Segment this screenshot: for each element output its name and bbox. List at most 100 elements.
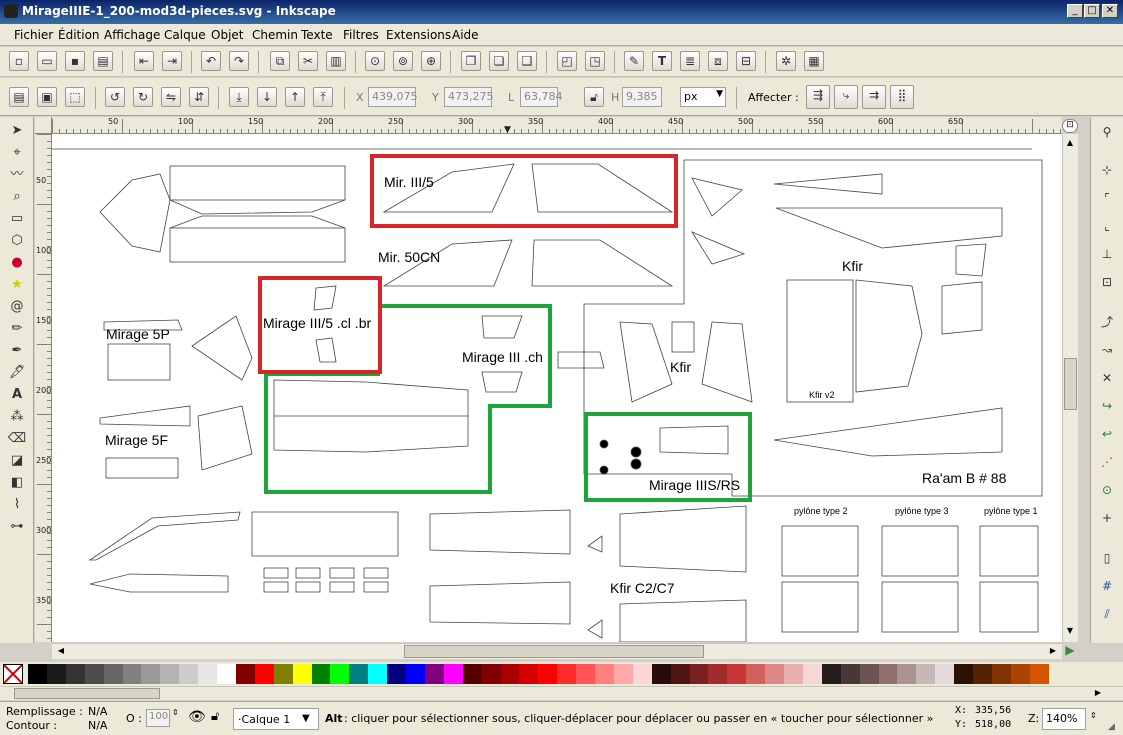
- lock-guides-icon[interactable]: ⊡: [1062, 119, 1078, 133]
- zoom-field[interactable]: 140%: [1042, 708, 1086, 730]
- preferences-icon[interactable]: ✲: [776, 51, 796, 71]
- color-swatch[interactable]: [46, 664, 66, 684]
- color-swatch[interactable]: [916, 664, 936, 684]
- color-swatch[interactable]: [1029, 664, 1049, 684]
- selector-tool-icon[interactable]: ➤: [7, 121, 27, 141]
- zoom-tool-icon[interactable]: ⌕: [7, 187, 27, 207]
- zoom-selection-icon[interactable]: ⊙: [365, 51, 385, 71]
- color-swatch[interactable]: [557, 664, 577, 684]
- color-swatch[interactable]: [802, 664, 822, 684]
- color-swatch[interactable]: [65, 664, 85, 684]
- no-paint-swatch[interactable]: [3, 664, 23, 684]
- snap-bbox-edge-icon[interactable]: ⌜: [1096, 187, 1118, 209]
- gradient-tool-icon[interactable]: ◧: [7, 473, 27, 493]
- color-swatch[interactable]: [462, 664, 482, 684]
- clone-icon[interactable]: ❏: [489, 51, 509, 71]
- connector-tool-icon[interactable]: ⊶: [7, 517, 27, 537]
- raise-top-icon[interactable]: ⤒: [313, 87, 333, 107]
- color-swatch[interactable]: [765, 664, 785, 684]
- color-swatch[interactable]: [330, 664, 350, 684]
- maximize-button[interactable]: □: [1084, 4, 1100, 18]
- color-swatch[interactable]: [935, 664, 955, 684]
- x-field[interactable]: 439,075: [368, 87, 418, 107]
- color-swatch[interactable]: [198, 664, 218, 684]
- color-swatch[interactable]: [349, 664, 369, 684]
- menu-text[interactable]: Texte: [301, 28, 333, 42]
- color-swatch[interactable]: [368, 664, 388, 684]
- pen-tool-icon[interactable]: ✒: [7, 341, 27, 361]
- duplicate-icon[interactable]: ❐: [461, 51, 481, 71]
- document-properties-icon[interactable]: ▦: [804, 51, 824, 71]
- vertical-scrollbar[interactable]: ▲ ▼: [1062, 134, 1078, 642]
- opacity-stepper-icon[interactable]: ⇕: [172, 708, 179, 717]
- group-icon[interactable]: ◰: [557, 51, 577, 71]
- move-gradients-icon[interactable]: ⇉: [862, 85, 886, 109]
- layer-lock-icon[interactable]: 🔓︎: [211, 709, 219, 724]
- menu-filters[interactable]: Filtres: [343, 28, 379, 42]
- raise-icon[interactable]: ↑: [285, 87, 305, 107]
- menu-edit[interactable]: Édition: [58, 28, 100, 42]
- drawing-canvas[interactable]: Mir. III/5 Mir. 50CN Mirage 5P Mirage II…: [52, 134, 1062, 642]
- color-swatch[interactable]: [235, 664, 255, 684]
- color-swatch[interactable]: [708, 664, 728, 684]
- snap-rotation-center-icon[interactable]: +: [1096, 507, 1118, 529]
- color-swatch[interactable]: [538, 664, 558, 684]
- snap-line-midpoints-icon[interactable]: ⋰: [1096, 451, 1118, 473]
- color-swatch[interactable]: [179, 664, 199, 684]
- align-distribute-icon[interactable]: ⊟: [736, 51, 756, 71]
- text-font-icon[interactable]: T: [652, 51, 672, 71]
- color-swatch[interactable]: [727, 664, 747, 684]
- opacity-field[interactable]: 100: [146, 709, 170, 727]
- snap-bbox-midpoint-icon[interactable]: ⊥: [1096, 243, 1118, 265]
- eraser-tool-icon[interactable]: ⌫: [7, 429, 27, 449]
- menu-extensions[interactable]: Extensions: [386, 28, 451, 42]
- flip-horizontal-icon[interactable]: ⇋: [161, 87, 181, 107]
- color-swatch[interactable]: [576, 664, 596, 684]
- lower-icon[interactable]: ↓: [257, 87, 277, 107]
- color-swatch[interactable]: [632, 664, 652, 684]
- scroll-right-arrow-icon[interactable]: ▶: [1046, 644, 1060, 658]
- dropper-tool-icon[interactable]: ⌇: [7, 495, 27, 515]
- color-swatch[interactable]: [1010, 664, 1030, 684]
- y-field[interactable]: 473,275: [444, 87, 494, 107]
- paint-bucket-tool-icon[interactable]: ◪: [7, 451, 27, 471]
- fill-value[interactable]: N/A: [88, 705, 107, 718]
- spiral-tool-icon[interactable]: @: [7, 297, 27, 317]
- palette-scrollbar[interactable]: ▶: [0, 686, 1123, 700]
- select-all-layers-icon[interactable]: ▣: [37, 87, 57, 107]
- color-swatch[interactable]: [217, 664, 236, 684]
- scroll-down-arrow-icon[interactable]: ▼: [1063, 624, 1077, 638]
- flip-vertical-icon[interactable]: ⇵: [189, 87, 209, 107]
- resize-grip-icon[interactable]: ◢: [1108, 722, 1115, 732]
- new-document-icon[interactable]: ▫: [9, 51, 29, 71]
- snap-bbox-corner-icon[interactable]: ⌞: [1096, 215, 1118, 237]
- color-swatch[interactable]: [973, 664, 992, 684]
- color-swatch[interactable]: [424, 664, 444, 684]
- pencil-tool-icon[interactable]: ✏: [7, 319, 27, 339]
- color-swatch[interactable]: [311, 664, 331, 684]
- color-swatch[interactable]: [651, 664, 671, 684]
- height-field[interactable]: 9,385: [622, 87, 662, 107]
- stroke-value[interactable]: N/A: [88, 719, 107, 732]
- text-tool-icon[interactable]: A: [7, 385, 27, 405]
- snap-grid-icon[interactable]: #: [1096, 575, 1118, 597]
- horizontal-scroll-thumb[interactable]: [404, 645, 704, 658]
- palette-scroll-right-icon[interactable]: ▶: [1091, 687, 1105, 699]
- width-field[interactable]: 63,784: [520, 87, 563, 107]
- color-swatch[interactable]: [519, 664, 539, 684]
- inkscape-app-icon[interactable]: [4, 4, 18, 18]
- snap-page-border-icon[interactable]: ▯: [1096, 547, 1118, 569]
- cms-adjust-icon[interactable]: ▶: [1062, 643, 1078, 659]
- menu-path[interactable]: Chemin: [252, 28, 298, 42]
- redo-icon[interactable]: ↷: [229, 51, 249, 71]
- horizontal-ruler[interactable]: 50 100 150 200 250 300 350 400 450 500 5…: [52, 117, 1062, 134]
- rotate-cw-icon[interactable]: ↻: [133, 87, 153, 107]
- color-swatch[interactable]: [103, 664, 123, 684]
- color-swatch[interactable]: [254, 664, 274, 684]
- color-swatch[interactable]: [878, 664, 898, 684]
- menu-object[interactable]: Objet: [211, 28, 243, 42]
- color-swatch[interactable]: [160, 664, 180, 684]
- color-swatch[interactable]: [746, 664, 766, 684]
- unit-select[interactable]: px ▼: [680, 87, 726, 107]
- color-swatch[interactable]: [670, 664, 690, 684]
